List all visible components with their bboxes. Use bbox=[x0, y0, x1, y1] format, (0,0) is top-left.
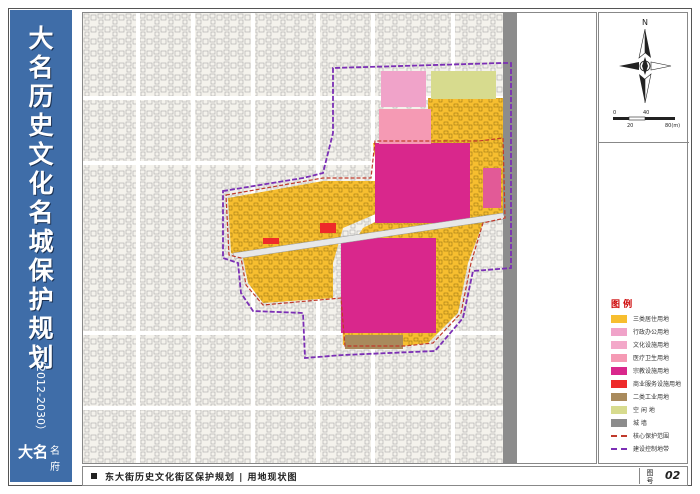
legend-label: 建设控制地带 bbox=[633, 446, 670, 453]
city-logo: 大名 名 府 bbox=[18, 445, 64, 479]
legend-label: 行政办公用地 bbox=[633, 329, 670, 336]
medical bbox=[379, 109, 431, 144]
title-char: 名 bbox=[28, 198, 54, 227]
svg-text:20: 20 bbox=[627, 123, 633, 129]
city-wall bbox=[503, 13, 517, 463]
plan-years: （2012-2030） bbox=[34, 354, 47, 436]
religious-north bbox=[375, 143, 470, 223]
logo-big-text: 大名 bbox=[18, 443, 49, 461]
figure-number-label: 图号 bbox=[646, 469, 654, 485]
legend-swatch bbox=[611, 405, 627, 414]
legend-item: 建设控制地带 bbox=[611, 442, 681, 455]
legend-swatch bbox=[611, 392, 627, 401]
caption-bar: 东大街历史文化街区保护规划 | 用地现状图 图号 02 bbox=[82, 466, 688, 486]
map-svg bbox=[83, 13, 596, 463]
legend-item: 宗教设施用地 bbox=[611, 364, 681, 377]
legend-item: 文化设施用地 bbox=[611, 338, 681, 351]
legend-label: 二类工业用地 bbox=[633, 394, 670, 401]
legend-swatch bbox=[611, 340, 627, 349]
title-char: 保 bbox=[28, 256, 54, 285]
caption-text: 东大街历史文化街区保护规划 | 用地现状图 bbox=[105, 472, 298, 483]
land-use-map[interactable] bbox=[82, 12, 597, 464]
legend-label: 核心保护范围 bbox=[633, 433, 670, 440]
legend-item: 医疗卫生用地 bbox=[611, 351, 681, 364]
svg-text:80(m): 80(m) bbox=[665, 123, 680, 129]
legend-swatch bbox=[611, 353, 627, 362]
figure-number: 02 bbox=[665, 469, 681, 482]
logo-small-text-1: 名 bbox=[50, 446, 60, 457]
title-char: 历 bbox=[28, 82, 54, 111]
legend-label: 空 闲 地 bbox=[633, 407, 655, 414]
legend-list: 三类居住用地 行政办公用地 文化设施用地 医疗卫生用地 宗教设施用地商业服务设施用地 二类… bbox=[611, 312, 681, 455]
svg-text:N: N bbox=[642, 18, 648, 27]
logo-small-text-2: 府 bbox=[50, 462, 60, 473]
title-banner: 大名历史文化名城保护规划 （2012-2030） 大名 名 府 bbox=[10, 10, 72, 482]
legend-label: 文化设施用地 bbox=[633, 342, 670, 349]
title-char: 化 bbox=[28, 169, 54, 198]
legend-swatch bbox=[611, 447, 627, 450]
legend-label: 城 墙 bbox=[633, 420, 647, 427]
title-char: 史 bbox=[28, 111, 54, 140]
legend-label: 商业服务设施用地 bbox=[633, 381, 682, 388]
legend-swatch bbox=[611, 379, 627, 388]
north-arrow-icon: N 0 20 40 80(m) bbox=[613, 18, 680, 129]
title-char: 名 bbox=[28, 53, 54, 82]
legend-swatch bbox=[611, 314, 627, 323]
legend-swatch bbox=[611, 434, 627, 437]
legend-label: 三类居住用地 bbox=[633, 316, 670, 323]
caption-bullet bbox=[91, 473, 97, 479]
legend-item: 三类居住用地 bbox=[611, 312, 681, 325]
title-char: 护 bbox=[28, 285, 54, 314]
title-char: 文 bbox=[28, 140, 54, 169]
title-char: 城 bbox=[28, 227, 54, 256]
vacant-land bbox=[431, 71, 496, 99]
svg-text:0: 0 bbox=[613, 110, 616, 116]
caption-divider bbox=[639, 468, 640, 484]
plan-title: 大名历史文化名城保护规划 bbox=[10, 24, 72, 372]
legend-item: 商业服务设施用地 bbox=[611, 377, 681, 390]
commerce-1 bbox=[263, 238, 279, 244]
legend-title: 图 例 bbox=[611, 300, 633, 310]
legend-swatch bbox=[611, 418, 627, 427]
religious-small bbox=[483, 168, 501, 208]
legend-label: 宗教设施用地 bbox=[633, 368, 670, 375]
title-char: 大 bbox=[28, 24, 54, 53]
legend-swatch bbox=[611, 327, 627, 336]
admin-office bbox=[381, 71, 426, 107]
legend-item: 二类工业用地 bbox=[611, 390, 681, 403]
legend-item: 城 墙 bbox=[611, 416, 681, 429]
svg-text:40: 40 bbox=[643, 110, 649, 116]
legend-item: 空 闲 地 bbox=[611, 403, 681, 416]
legend-item: 核心保护范围 bbox=[611, 429, 681, 442]
religious-south bbox=[341, 238, 436, 333]
commerce-2 bbox=[320, 223, 336, 233]
compass-section: N 0 20 40 80(m) bbox=[599, 13, 689, 143]
right-panel: N 0 20 40 80(m) 图 例 三类居住用地 行政办公用地 文化设施用地 医疗… bbox=[598, 12, 689, 464]
legend-label: 医疗卫生用地 bbox=[633, 355, 670, 362]
legend-item: 行政办公用地 bbox=[611, 325, 681, 338]
title-char: 规 bbox=[28, 314, 54, 343]
legend-swatch bbox=[611, 366, 627, 375]
industrial bbox=[345, 335, 403, 349]
